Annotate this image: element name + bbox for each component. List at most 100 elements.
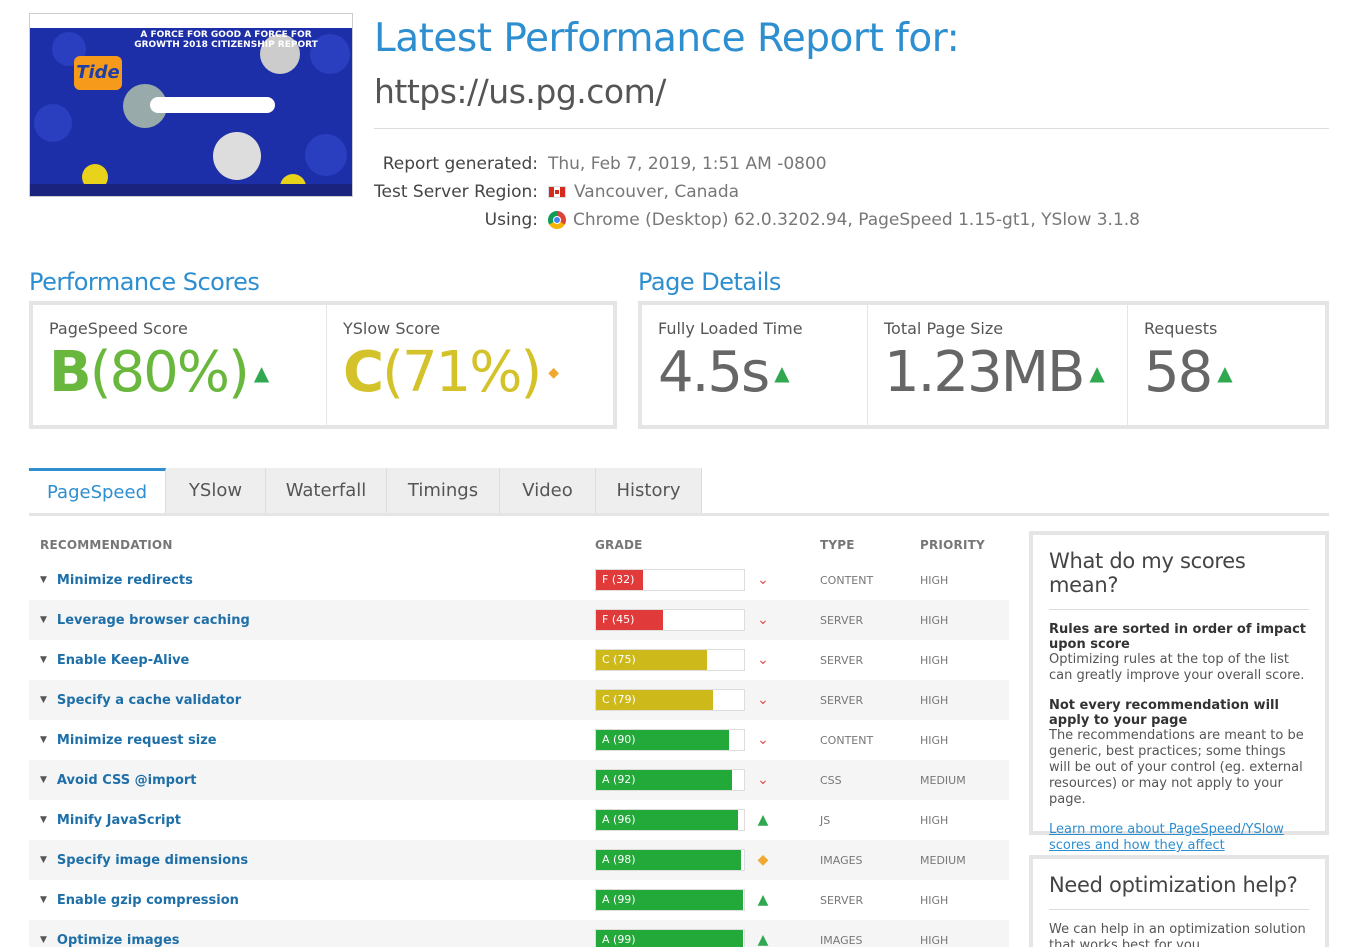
thumbnail-dot <box>34 104 72 142</box>
grade-bar: F (45) <box>595 609 745 631</box>
trend-neutral-icon: ◆ <box>548 364 559 381</box>
table-row[interactable]: ▼ Enable Keep-Alive C (75) ⌄ SERVER HIGH <box>29 640 1009 680</box>
expand-caret-icon[interactable]: ▼ <box>40 655 47 665</box>
grade-bar: F (32) <box>595 569 745 591</box>
grade-bar-fill: F (45) <box>596 610 663 630</box>
recommendation-label: Enable Keep-Alive <box>56 652 190 668</box>
trend-down-icon: ⌄ <box>757 692 769 708</box>
expand-caret-icon[interactable]: ▼ <box>40 815 47 825</box>
table-row[interactable]: ▼ Optimize images A (99) ▲ IMAGES HIGH <box>29 920 1009 947</box>
server-region: Vancouver, Canada <box>574 182 740 202</box>
scores-help-title: What do my scores mean? <box>1049 549 1309 610</box>
optimization-help-title: Need optimization help? <box>1049 873 1309 910</box>
trend-up-icon: ▲ <box>757 812 769 828</box>
recommendation-cell: ▼ Avoid CSS @import <box>29 773 595 788</box>
loaded-value: 4.5s <box>658 340 770 405</box>
expand-caret-icon[interactable]: ▼ <box>40 695 47 705</box>
table-row[interactable]: ▼ Specify image dimensions A (98) ◆ IMAGE… <box>29 840 1009 880</box>
requests-label: Requests <box>1144 319 1218 338</box>
recommendation-name[interactable]: ▼ Specify image dimensions <box>40 853 595 868</box>
size-value: 1.23MB <box>884 340 1085 405</box>
tab-timings[interactable]: Timings <box>387 468 500 513</box>
grade-bar-fill: A (92) <box>596 770 733 790</box>
performance-scores-title: Performance Scores <box>29 268 260 296</box>
priority-cell: MEDIUM <box>920 853 966 867</box>
recommendation-cell: ▼ Enable Keep-Alive <box>29 653 595 668</box>
grade-cell: A (98) ◆ <box>595 849 820 871</box>
table-row[interactable]: ▼ Minimize request size A (90) ⌄ CONTENT … <box>29 720 1009 760</box>
thumbnail-footer <box>30 184 352 196</box>
page-details-title: Page Details <box>638 268 781 296</box>
recommendation-name[interactable]: ▼ Minify JavaScript <box>40 813 595 828</box>
recommendation-cell: ▼ Minify JavaScript <box>29 813 595 828</box>
expand-caret-icon[interactable]: ▼ <box>40 615 47 625</box>
type-cell: IMAGES <box>820 933 863 947</box>
table-row[interactable]: ▼ Specify a cache validator C (79) ⌄ SERV… <box>29 680 1009 720</box>
expand-caret-icon[interactable]: ▼ <box>40 855 47 865</box>
priority-cell: HIGH <box>920 693 949 707</box>
type-cell: CSS <box>820 773 842 787</box>
recommendation-cell: ▼ Minimize request size <box>29 733 595 748</box>
report-url[interactable]: https://us.pg.com/ <box>374 72 666 111</box>
table-body: ▼ Minimize redirects F (32) ⌄ CONTENT HIG… <box>29 560 1009 947</box>
trend-down-icon: ⌄ <box>757 572 769 588</box>
expand-caret-icon[interactable]: ▼ <box>40 935 47 945</box>
grade-cell: F (32) ⌄ <box>595 569 820 591</box>
table-row[interactable]: ▼ Minimize redirects F (32) ⌄ CONTENT HIG… <box>29 560 1009 600</box>
loaded-value-wrap: 4.5s ▲ <box>658 340 851 405</box>
table-row[interactable]: ▼ Minify JavaScript A (96) ▲ JS HIGH <box>29 800 1009 840</box>
pagespeed-score: PageSpeed Score B (80%) ▲ <box>33 305 327 425</box>
tab-history[interactable]: History <box>596 468 702 513</box>
recommendation-name[interactable]: ▼ Enable Keep-Alive <box>40 653 595 668</box>
chrome-icon <box>548 211 566 229</box>
trend-neutral-icon: ◆ <box>757 852 769 868</box>
recommendation-name[interactable]: ▼ Enable gzip compression <box>40 893 595 908</box>
expand-caret-icon[interactable]: ▼ <box>40 575 47 585</box>
meta-label: Using: <box>484 210 538 230</box>
grade-bar-fill: A (90) <box>596 730 730 750</box>
grade-cell: A (96) ▲ <box>595 809 820 831</box>
recommendation-name[interactable]: ▼ Minimize request size <box>40 733 595 748</box>
grade-bar-fill: A (99) <box>596 930 743 947</box>
thumbnail-search <box>150 97 275 113</box>
grade-bar: A (92) <box>595 769 745 791</box>
grade-cell: A (90) ⌄ <box>595 729 820 751</box>
col-type: TYPE <box>820 538 855 552</box>
expand-caret-icon[interactable]: ▼ <box>40 735 47 745</box>
trend-down-icon: ⌄ <box>757 772 769 788</box>
trend-down-icon: ⌄ <box>757 612 769 628</box>
scores-help-panel: What do my scores mean? Rules are sorted… <box>1029 531 1329 869</box>
expand-caret-icon[interactable]: ▼ <box>40 775 47 785</box>
pagespeed-score-label: PageSpeed Score <box>49 319 188 338</box>
grade-bar-fill: C (75) <box>596 650 707 670</box>
recommendation-name[interactable]: ▼ Optimize images <box>40 933 595 947</box>
thumbnail-headline: A FORCE FOR GOOD A FORCE FOR GROWTH 2018… <box>134 30 318 50</box>
meta-label: Test Server Region: <box>374 182 538 202</box>
trend-down-icon: ⌄ <box>757 652 769 668</box>
expand-caret-icon[interactable]: ▼ <box>40 895 47 905</box>
tab-waterfall[interactable]: Waterfall <box>266 468 387 513</box>
recommendation-name[interactable]: ▼ Avoid CSS @import <box>40 773 595 788</box>
recommendation-cell: ▼ Optimize images <box>29 933 595 947</box>
table-row[interactable]: ▼ Leverage browser caching F (45) ⌄ SERVE… <box>29 600 1009 640</box>
table-row[interactable]: ▼ Avoid CSS @import A (92) ⌄ CSS MEDIUM <box>29 760 1009 800</box>
recommendation-name[interactable]: ▼ Minimize redirects <box>40 573 595 588</box>
optimization-help-panel: Need optimization help? We can help in a… <box>1029 855 1329 947</box>
divider <box>374 128 1329 129</box>
thumbnail-brand-logo: Tide <box>74 56 122 90</box>
type-cell: SERVER <box>820 893 864 907</box>
requests-value-wrap: 58 ▲ <box>1144 340 1309 405</box>
table-row[interactable]: ▼ Enable gzip compression A (99) ▲ SERVER… <box>29 880 1009 920</box>
page-details-box: Fully Loaded Time 4.5s ▲ Total Page Size … <box>638 301 1329 429</box>
recommendation-name[interactable]: ▼ Leverage browser caching <box>40 613 595 628</box>
tab-pagespeed[interactable]: PageSpeed <box>29 468 166 513</box>
performance-scores-box: PageSpeed Score B (80%) ▲ YSlow Score C … <box>29 301 617 429</box>
site-screenshot-thumbnail: Tide A FORCE FOR GOOD A FORCE FOR GROWTH… <box>29 13 353 197</box>
recommendation-name[interactable]: ▼ Specify a cache validator <box>40 693 595 708</box>
tab-yslow[interactable]: YSlow <box>166 468 266 513</box>
grade-cell: A (99) ▲ <box>595 889 820 911</box>
tab-video[interactable]: Video <box>500 468 596 513</box>
recommendation-cell: ▼ Minimize redirects <box>29 573 595 588</box>
trend-up-icon: ▲ <box>757 892 769 908</box>
col-priority: PRIORITY <box>920 538 985 552</box>
